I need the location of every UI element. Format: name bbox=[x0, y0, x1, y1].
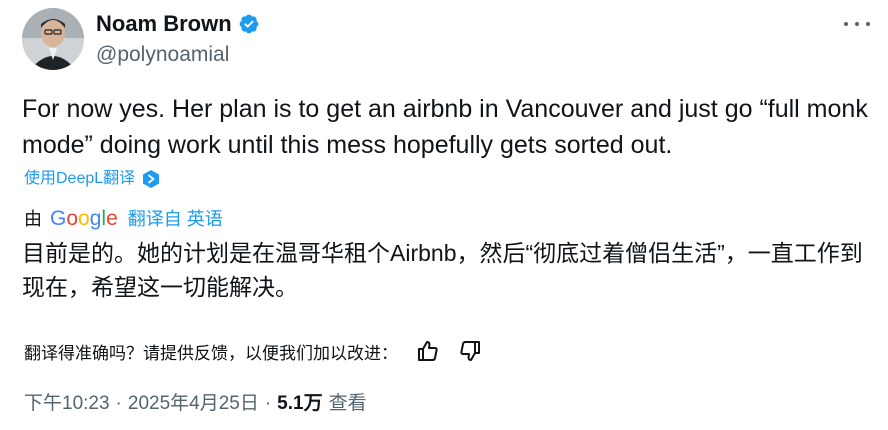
tweet-text: For now yes. Her plan is to get an airbn… bbox=[22, 95, 868, 159]
thumbs-up-icon[interactable] bbox=[416, 339, 440, 363]
translation-attribution: 由 Google 翻译自 英语 bbox=[24, 204, 223, 234]
translated-text: 目前是的。她的计划是在温哥华租个Airbnb，然后“彻底过着僧侣生活”，一直工作… bbox=[22, 240, 863, 300]
author-handle[interactable]: @polynoamial bbox=[96, 42, 229, 68]
separator-dot: · bbox=[115, 393, 122, 414]
deepl-label[interactable]: 使用DeepL翻译 bbox=[24, 168, 135, 190]
more-horizontal-icon[interactable] bbox=[844, 14, 870, 34]
views-label: 查看 bbox=[328, 393, 367, 414]
deepl-translate-link[interactable]: 使用DeepL翻译 bbox=[24, 168, 161, 190]
avatar-photo bbox=[22, 8, 84, 70]
google-logo: Google bbox=[50, 207, 118, 230]
avatar[interactable] bbox=[22, 8, 84, 70]
tweet-meta: 下午10:23 · 2025年4月25日 · 5.1万 查看 bbox=[24, 390, 367, 418]
translate-from-link[interactable]: 翻译自 英语 bbox=[128, 205, 223, 233]
thumbs-down-icon[interactable] bbox=[458, 339, 482, 363]
author-name[interactable]: Noam Brown bbox=[96, 10, 232, 38]
feedback-prompt: 翻译得准确吗？请提供反馈，以便我们加以改进： bbox=[24, 343, 398, 363]
translated-by-prefix: 由 bbox=[24, 209, 42, 229]
tweet-time[interactable]: 下午10:23 bbox=[24, 390, 110, 418]
views-count: 5.1万 bbox=[277, 393, 323, 414]
separator-dot: · bbox=[264, 393, 272, 414]
tweet-container: Noam Brown @polynoamial For now yes. Her… bbox=[0, 0, 888, 430]
author-name-row[interactable]: Noam Brown bbox=[96, 10, 260, 38]
deepl-icon[interactable] bbox=[141, 169, 161, 189]
verified-badge-icon[interactable] bbox=[238, 13, 260, 35]
translation-feedback: 翻译得准确吗？请提供反馈，以便我们加以改进： bbox=[24, 336, 482, 366]
tweet-date[interactable]: 2025年4月25日 bbox=[128, 390, 259, 418]
